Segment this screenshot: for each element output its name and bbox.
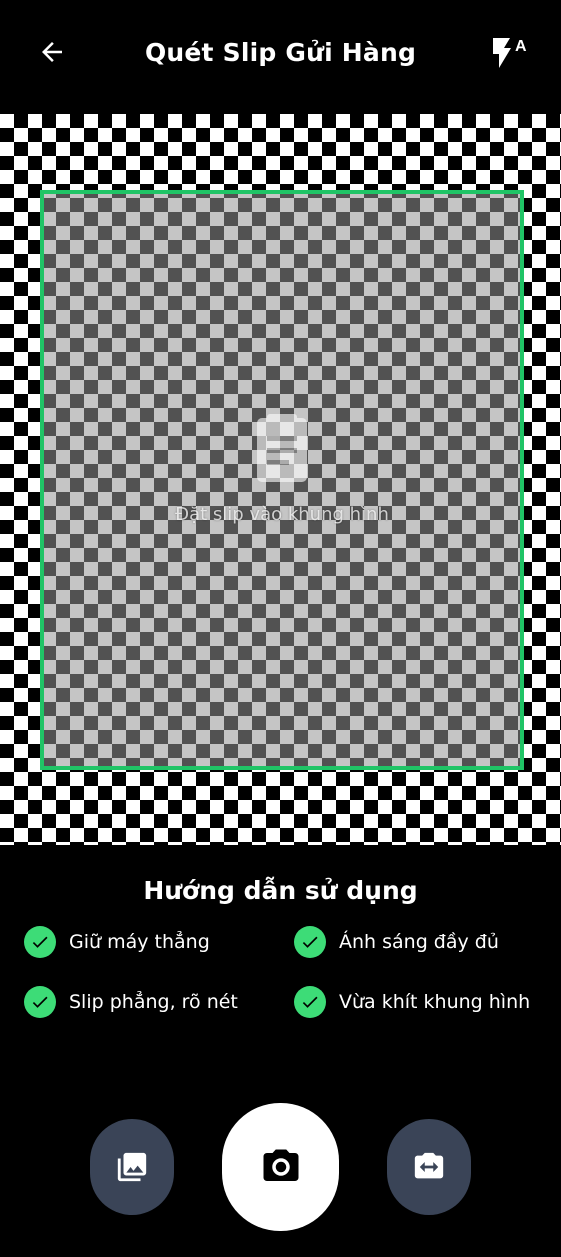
guide-item-label: Vừa khít khung hình (339, 991, 531, 1013)
flash-toggle-button[interactable]: A (482, 28, 532, 76)
gallery-button[interactable] (90, 1119, 174, 1215)
guide-item-flat-sharp: Slip phẳng, rõ nét (24, 986, 238, 1018)
guide-item-label: Slip phẳng, rõ nét (69, 991, 238, 1013)
guide-item-label: Giữ máy thẳng (69, 931, 210, 953)
guide-item-lighting: Ánh sáng đầy đủ (294, 926, 499, 958)
frame-placeholder: Đặt slip vào khung hình (44, 412, 520, 525)
camera-preview: Đặt slip vào khung hình (0, 114, 561, 845)
flash-badge: A (515, 38, 527, 55)
camera-icon (263, 1149, 298, 1181)
app-header: Quét Slip Gửi Hàng A (0, 0, 561, 112)
flash-auto-icon: A (493, 38, 527, 68)
document-icon (247, 412, 317, 492)
guide-item-label: Ánh sáng đầy đủ (339, 931, 499, 953)
check-circle-icon (24, 986, 56, 1018)
guide-item-fit-frame: Vừa khít khung hình (294, 986, 530, 1018)
guide-item-hold-straight: Giữ máy thẳng (24, 926, 210, 958)
page-title: Quét Slip Gửi Hàng (144, 38, 417, 67)
check-circle-icon (294, 986, 326, 1018)
frame-hint: Đặt slip vào khung hình (175, 504, 389, 525)
scan-frame: Đặt slip vào khung hình (40, 190, 524, 770)
capture-button[interactable] (222, 1103, 339, 1231)
camera-switch-icon (414, 1152, 444, 1179)
switch-camera-button[interactable] (387, 1119, 471, 1215)
guide-title: Hướng dẫn sử dụng (143, 876, 418, 905)
check-circle-icon (294, 926, 326, 958)
gallery-icon (117, 1152, 147, 1182)
check-circle-icon (24, 926, 56, 958)
